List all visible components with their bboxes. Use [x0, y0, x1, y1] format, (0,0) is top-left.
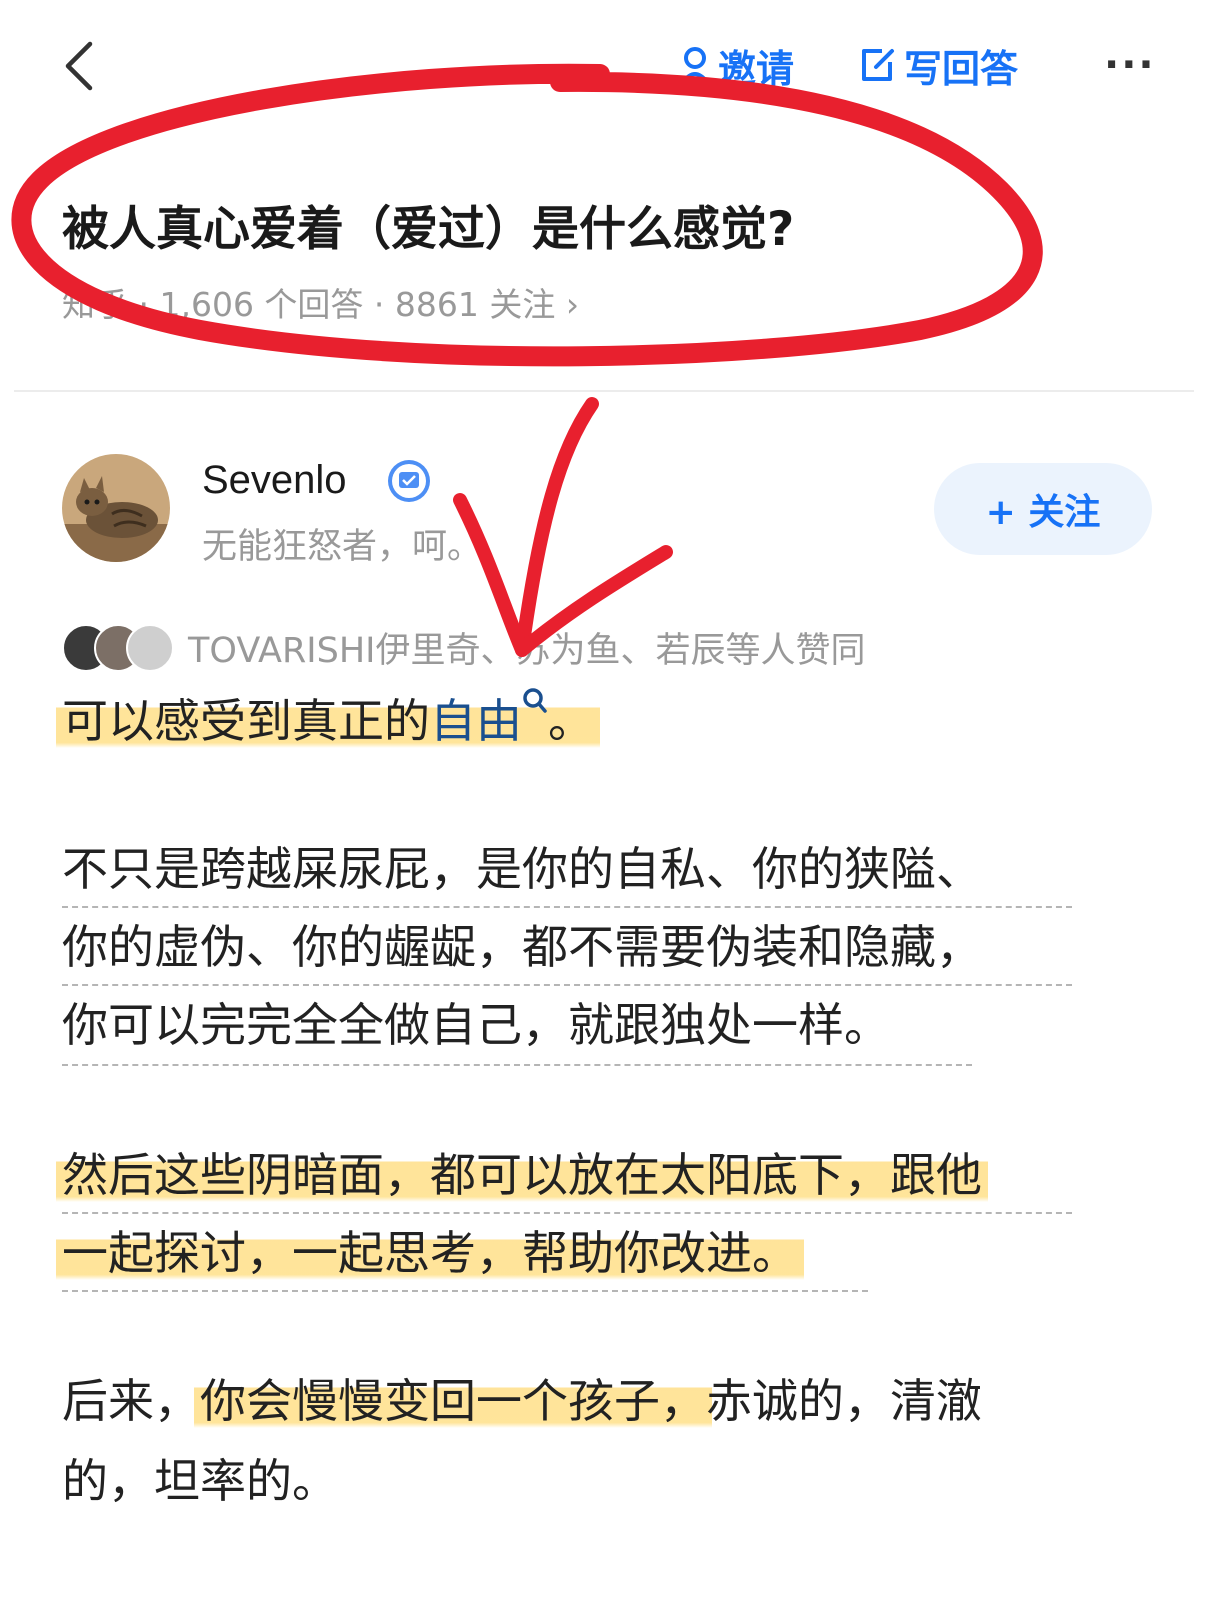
voter-avatars	[62, 624, 180, 672]
invite-label: 邀请	[718, 46, 795, 91]
more-options-button[interactable]: ···	[1104, 40, 1156, 90]
invite-button[interactable]: 邀请	[680, 40, 795, 91]
underline	[62, 1064, 972, 1066]
answer-paragraph-2-line-3: 你可以完完全全做自己，就跟独处一样。	[62, 998, 890, 1052]
keyword-link[interactable]: 自由	[430, 694, 522, 748]
answer-paragraph-3-line-2: 一起探讨，一起思考，帮助你改进。	[56, 1212, 804, 1294]
follow-button[interactable]: + 关注	[934, 463, 1152, 555]
search-icon[interactable]	[522, 687, 548, 717]
red-arrow-shaft	[515, 397, 599, 657]
paragraph-text: 。	[548, 694, 594, 748]
write-answer-button[interactable]: 写回答	[858, 40, 1019, 91]
divider	[14, 390, 1194, 392]
more-icon: ···	[1104, 42, 1156, 88]
paragraph-text: 后来，	[62, 1374, 200, 1428]
person-icon	[681, 47, 709, 84]
author-name[interactable]: Sevenlo	[202, 458, 347, 503]
author-bio: 无能狂怒者，呵。	[202, 527, 483, 567]
highlighted-text: 然后这些阴暗面，都可以放在太阳底下，跟他	[56, 1148, 988, 1202]
verified-badge-icon	[386, 458, 432, 504]
chevron-left-icon	[65, 41, 93, 91]
edit-icon	[862, 49, 894, 81]
underline	[62, 1290, 868, 1292]
highlighted-text: 可以感受到真正的自由。	[56, 688, 600, 748]
answer-paragraph-2-line-2: 你的虚伪、你的龌龊，都不需要伪装和隐藏，	[62, 920, 982, 974]
answer-paragraph-4-line-2: 的，坦率的。	[62, 1454, 338, 1508]
paragraph-text: 赤诚的，清澈	[706, 1374, 982, 1428]
voter-avatar	[126, 624, 174, 672]
answer-paragraph-2-line-1: 不只是跨越屎尿屁，是你的自私、你的狭隘、	[62, 842, 982, 896]
back-button[interactable]	[58, 38, 108, 94]
write-answer-label: 写回答	[904, 46, 1019, 91]
author-avatar[interactable]	[62, 454, 170, 562]
question-title: 被人真心爱着（爱过）是什么感觉?	[62, 202, 795, 257]
highlighted-text: 一起探讨，一起思考，帮助你改进。	[56, 1226, 804, 1280]
question-meta[interactable]: 知乎 · 1,606 个回答 · 8861 关注 ›	[62, 278, 579, 326]
cat-avatar-image	[62, 454, 170, 562]
paragraph-text: 可以感受到真正的	[62, 694, 430, 748]
answer-paragraph-1: 可以感受到真正的自由。	[56, 680, 600, 762]
answer-paragraph-4-line-1: 后来，你会慢慢变回一个孩子，赤诚的，清澈	[62, 1360, 982, 1442]
answer-paragraph-3-line-1: 然后这些阴暗面，都可以放在太阳底下，跟他	[56, 1134, 988, 1216]
highlighted-text: 你会慢慢变回一个孩子，	[194, 1374, 712, 1428]
voters-text: TOVARISHI伊里奇、苏为鱼、若辰等人赞同	[188, 631, 866, 671]
